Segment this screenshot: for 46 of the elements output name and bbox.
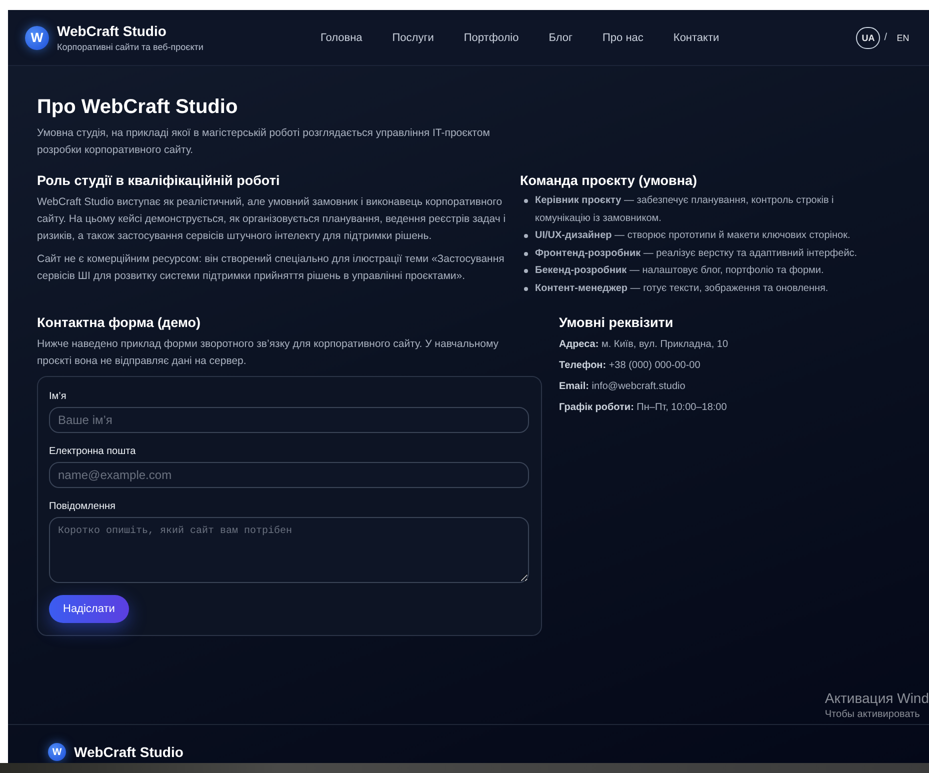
input-field[interactable]: name@example.com <box>49 462 529 488</box>
detail-line: Телефон: +38 (000) 000-00-00 <box>559 360 702 372</box>
bullet-icon <box>524 234 528 238</box>
nav-link[interactable]: Головна <box>320 32 362 44</box>
language-button[interactable]: UA <box>856 26 880 48</box>
language-button[interactable]: EN <box>891 26 915 48</box>
field-label: Ім’я <box>49 391 68 402</box>
submit-button[interactable]: Надіслати <box>49 595 129 623</box>
footer-title: WebCraft Studio <box>74 743 184 761</box>
form-description: Нижче наведено приклад форми зворотного зв’язку для корпоративного сайту. У навчальному проєкті вона не відправляє дані на сервер. <box>37 337 500 369</box>
section-heading: Умовні реквізити <box>559 315 674 330</box>
bullet-icon <box>524 252 528 256</box>
nav-link[interactable]: Послуги <box>392 32 434 44</box>
bullet-icon <box>524 286 528 290</box>
activation-notice: Активация Wind <box>824 690 929 706</box>
section-heading: Роль студії в кваліфікаційній роботі <box>37 173 281 188</box>
nav-link[interactable]: Контакти <box>673 32 720 44</box>
detail-line: Адреса: м. Київ, вул. Прикладна, 10 <box>559 339 730 351</box>
section-heading: Контактна форма (демо) <box>37 315 202 330</box>
team-member: Бекенд-розробник — налаштовує блог, портфоліо та форми. <box>535 264 824 278</box>
activation-notice: Чтобы активировать <box>824 709 921 720</box>
logo-icon: W <box>48 743 66 761</box>
team-member: Контент-менеджер — готує тексти, зображення та оновлення. <box>535 282 828 296</box>
detail-line: Графік роботи: Пн–Пт, 10:00–18:00 <box>559 402 728 414</box>
message-field[interactable]: Коротко опишіть, який сайт вам потрібен <box>49 517 529 583</box>
brand-subtitle: Корпоративні сайти та веб-проєкти <box>57 42 204 52</box>
paragraph: Сайт не є комерційним ресурсом: він створений спеціально для ілюстрації теми «Застосування сервісів ШІ для розвитку системи підтримки прийняття рішень в управлінні проєктами». <box>37 252 506 284</box>
field-label: Електронна пошта <box>49 446 137 457</box>
logo-icon: W <box>25 26 49 50</box>
bullet-icon <box>524 199 528 203</box>
detail-line: Email: info@webcraft.studio <box>559 381 686 393</box>
page-title: Про WebCraft Studio <box>37 96 239 119</box>
nav-link[interactable]: Про нас <box>602 32 644 44</box>
team-member: Керівник проєкту — забезпечує планування, контроль строків і комунікацію із замовником. <box>535 194 835 226</box>
nav-link[interactable]: Портфоліо <box>464 32 519 44</box>
section-heading: Команда проєкту (умовна) <box>520 173 698 188</box>
team-member: UI/UX-дизайнер — створює прототипи й макети ключових сторінок. <box>535 229 850 243</box>
team-member: Фронтенд-розробник — реалізує верстку та адаптивний інтерфейс. <box>535 246 858 260</box>
input-field[interactable]: Ваше ім’я <box>49 407 529 433</box>
paragraph: WebCraft Studio виступає як реалістичний, але умовний замовник і виконавець корпоративного сайту. На цьому кейсі демонструється, як організовується планування, ведення реєстрів задач і ризиків, а також застосування сервісів штучного інтелекту для підтримки рішень. <box>37 195 507 244</box>
intro-text: Умовна студія, на прикладі якої в магістерській роботі розглядається управління IT-проєктом розробки корпоративного сайту. <box>37 126 491 158</box>
brand-title: WebCraft Studio <box>57 23 168 39</box>
nav-link[interactable]: Блог <box>548 32 573 44</box>
language-separator: / <box>884 32 887 43</box>
bullet-icon <box>524 269 528 273</box>
field-label: Повідомлення <box>49 501 116 512</box>
